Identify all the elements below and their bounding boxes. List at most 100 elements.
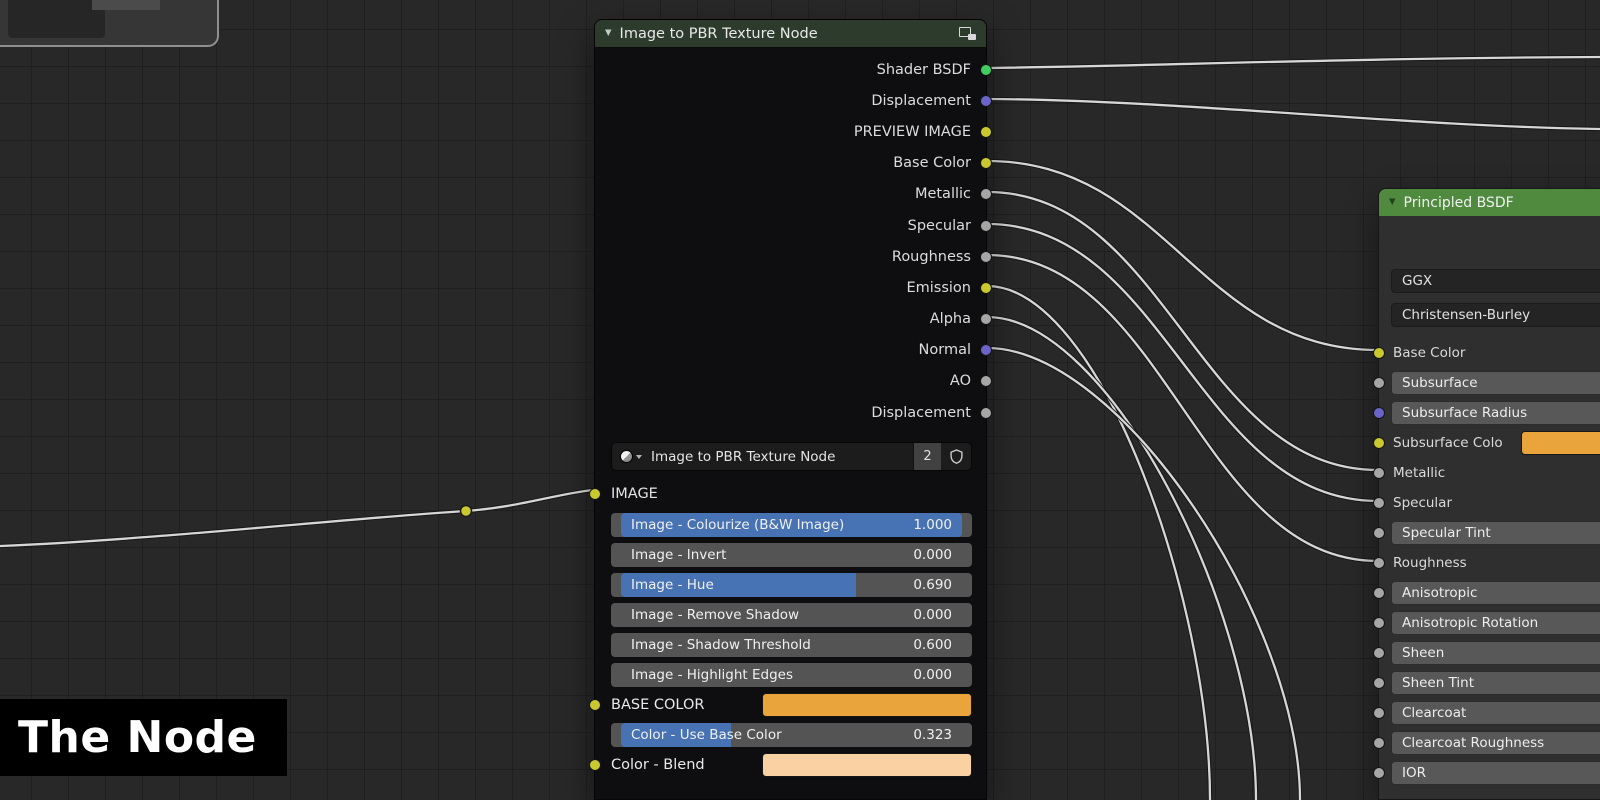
- partial-node-top-left[interactable]: [0, 0, 219, 47]
- bsdf-socket-sheen[interactable]: [1373, 646, 1385, 659]
- bsdf-socket-subsurface[interactable]: [1373, 376, 1385, 389]
- field-sheen[interactable]: Sheen: [1391, 640, 1600, 665]
- nodetree-selector[interactable]: Image to PBR Texture Node 2: [611, 442, 972, 472]
- field-clearcoat[interactable]: Clearcoat: [1391, 700, 1600, 725]
- field-label: Sheen Tint: [1402, 674, 1475, 691]
- slider-label: Image - Highlight Edges: [631, 667, 793, 684]
- output-socket-preview-image[interactable]: [980, 125, 992, 138]
- nodetree-user-count[interactable]: 2: [913, 443, 941, 471]
- collapse-triangle-icon[interactable]: ▼: [1389, 198, 1396, 207]
- slider-value: 0.000: [913, 547, 952, 564]
- output-label: Displacement: [871, 92, 971, 109]
- output-socket-alpha[interactable]: [980, 313, 992, 326]
- field-ior[interactable]: IOR: [1391, 760, 1600, 785]
- output-label: AO: [949, 373, 971, 390]
- image-to-pbr-texture-node[interactable]: ▼ Image to PBR Texture Node Shader BSDF D…: [589, 19, 992, 800]
- field-sheen-tint[interactable]: Sheen Tint: [1391, 670, 1600, 695]
- field-anisotropic[interactable]: Anisotropic: [1391, 580, 1600, 605]
- slider-image-shadow-threshold[interactable]: Image - Shadow Threshold 0.600: [621, 633, 962, 658]
- input-row-color-use-base-color: Color - Use Base Color 0.323: [611, 723, 972, 748]
- output-row-displacement: Displacement: [595, 397, 992, 428]
- output-socket-normal[interactable]: [980, 344, 992, 357]
- section-label: IMAGE: [611, 486, 658, 503]
- fake-user-shield-button[interactable]: [941, 443, 971, 470]
- slider-image-colourize-b-w-image[interactable]: Image - Colourize (B&W Image) 1.000: [621, 513, 962, 538]
- slider-image-invert[interactable]: Image - Invert 0.000: [621, 543, 962, 568]
- field-clearcoat-roughness[interactable]: Clearcoat Roughness: [1391, 730, 1600, 755]
- slider-value: 0.323: [913, 727, 952, 744]
- bsdf-row-ior: IOR: [1373, 760, 1600, 785]
- slider-label: Image - Remove Shadow: [631, 607, 800, 624]
- bsdf-socket-roughness[interactable]: [1373, 556, 1385, 569]
- input-row-color-blend: Color - Blend: [589, 753, 972, 778]
- field-anisotropic-rotation[interactable]: Anisotropic Rotation: [1391, 610, 1600, 635]
- field-subsurface-radius[interactable]: Subsurface Radius: [1391, 400, 1600, 425]
- bsdf-socket-ior[interactable]: [1373, 766, 1385, 779]
- bsdf-socket-clearcoat-roughness[interactable]: [1373, 736, 1385, 749]
- field-label: Sheen: [1402, 644, 1445, 661]
- nodetree-icon-zone[interactable]: [612, 450, 647, 464]
- dropdown-christensen-burley[interactable]: Christensen-Burley: [1391, 302, 1600, 327]
- bsdf-socket-subsurface-colo[interactable]: [1373, 436, 1385, 449]
- principled-node-header[interactable]: ▼ Principled BSDF: [1379, 189, 1600, 216]
- output-socket-specular[interactable]: [980, 219, 992, 232]
- bsdf-socket-clearcoat[interactable]: [1373, 706, 1385, 719]
- bsdf-socket-anisotropic-rotation[interactable]: [1373, 616, 1385, 629]
- bsdf-row-sheen-tint: Sheen Tint: [1373, 670, 1600, 695]
- field-specular-tint[interactable]: Specular Tint: [1391, 520, 1600, 545]
- output-socket-displacement[interactable]: [980, 94, 992, 107]
- output-label: Specular: [907, 217, 971, 234]
- slider-image-hue[interactable]: Image - Hue 0.690: [621, 573, 962, 598]
- bsdf-row-ggx: GGX: [1391, 268, 1600, 293]
- color-swatch-base-color[interactable]: [762, 693, 972, 718]
- slider-color-use-base-color[interactable]: Color - Use Base Color 0.323: [621, 723, 962, 748]
- output-label: Normal: [918, 342, 971, 359]
- output-socket-roughness[interactable]: [980, 250, 992, 263]
- field-subsurface[interactable]: Subsurface: [1391, 370, 1600, 395]
- output-socket-emission[interactable]: [980, 281, 992, 294]
- input-socket-image[interactable]: [589, 488, 601, 501]
- output-row-metallic: Metallic: [595, 179, 992, 210]
- bsdf-socket-subsurface-radius[interactable]: [1373, 406, 1385, 419]
- wire-image-input: [0, 487, 594, 549]
- output-label: Displacement: [871, 404, 971, 421]
- bsdf-row-sheen: Sheen: [1373, 640, 1600, 665]
- bsdf-socket-specular[interactable]: [1373, 496, 1385, 509]
- slider-value: 0.690: [913, 577, 952, 594]
- input-row-image-invert: Image - Invert 0.000: [611, 543, 972, 568]
- node-editor-canvas[interactable]: ▼ Image to PBR Texture Node Shader BSDF D…: [0, 0, 1600, 800]
- main-node-outputs: Shader BSDF Displacement PREVIEW IMAGE Base…: [595, 54, 992, 428]
- color-swatch-color-blend[interactable]: [762, 753, 972, 778]
- input-socket-base-color[interactable]: [589, 699, 601, 712]
- dropdown-ggx[interactable]: GGX: [1391, 268, 1600, 293]
- output-socket-shader-bsdf[interactable]: [980, 63, 992, 76]
- bsdf-socket-metallic[interactable]: [1373, 466, 1385, 479]
- bsdf-color-swatch-subsurface-colo[interactable]: [1521, 430, 1600, 455]
- collapse-triangle-icon[interactable]: ▼: [605, 29, 612, 38]
- bsdf-socket-anisotropic[interactable]: [1373, 586, 1385, 599]
- shield-icon: [949, 449, 963, 465]
- wire-shader-bsdf: [986, 55, 1600, 70]
- output-socket-ao[interactable]: [980, 375, 992, 388]
- output-socket-metallic[interactable]: [980, 188, 992, 201]
- reroute-node[interactable]: [459, 504, 473, 518]
- slider-value: 0.000: [913, 667, 952, 684]
- input-row-image-shadow-threshold: Image - Shadow Threshold 0.600: [611, 633, 972, 658]
- main-node-title: Image to PBR Texture Node: [619, 25, 818, 42]
- slider-image-remove-shadow[interactable]: Image - Remove Shadow 0.000: [621, 603, 962, 628]
- nodegroup-icon: [959, 27, 976, 40]
- nodetree-name[interactable]: Image to PBR Texture Node: [647, 449, 913, 465]
- input-socket-color-blend[interactable]: [589, 759, 601, 772]
- principled-bsdf-node[interactable]: ▼ Principled BSDF GGX Christensen-Burley B…: [1373, 188, 1600, 800]
- bsdf-label: Subsurface Colo: [1393, 434, 1503, 451]
- bsdf-socket-specular-tint[interactable]: [1373, 526, 1385, 539]
- output-socket-displacement[interactable]: [980, 406, 992, 419]
- output-row-preview-image: PREVIEW IMAGE: [595, 116, 992, 147]
- main-node-header[interactable]: ▼ Image to PBR Texture Node: [595, 20, 986, 48]
- bsdf-socket-sheen-tint[interactable]: [1373, 676, 1385, 689]
- bsdf-socket-base-color[interactable]: [1373, 346, 1385, 359]
- output-socket-base-color[interactable]: [980, 157, 992, 170]
- output-label: Emission: [906, 279, 971, 296]
- material-sphere-icon: [620, 450, 633, 464]
- slider-image-highlight-edges[interactable]: Image - Highlight Edges 0.000: [621, 663, 962, 688]
